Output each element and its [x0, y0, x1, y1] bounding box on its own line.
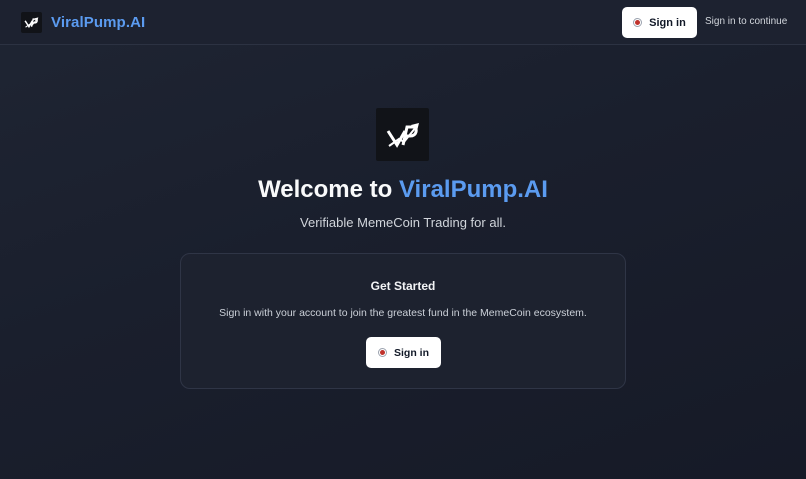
header-sign-in-label: Sign in	[649, 16, 686, 29]
vp-logo-icon	[376, 108, 429, 161]
page-title: Welcome to ViralPump.AI	[0, 176, 806, 204]
card-title: Get Started	[370, 279, 436, 293]
title-accent: ViralPump.AI	[398, 176, 548, 203]
get-started-card: Get Started Sign in with your account to…	[180, 253, 626, 389]
sign-in-hint: Sign in to continue	[705, 16, 788, 27]
header-sign-in-button[interactable]: Sign in	[622, 7, 697, 38]
top-navbar: ViralPump.AI Sign in Sign in to continue	[0, 0, 806, 45]
brand[interactable]: ViralPump.AI	[21, 12, 145, 33]
card-description: Sign in with your account to join the gr…	[219, 307, 587, 319]
page-subtitle: Verifiable MemeCoin Trading for all.	[300, 215, 506, 230]
card-sign-in-label: Sign in	[394, 346, 429, 359]
title-prefix: Welcome to	[258, 176, 399, 203]
record-dot-icon	[633, 18, 643, 27]
card-sign-in-button[interactable]: Sign in	[366, 337, 441, 368]
record-dot-icon	[378, 348, 387, 357]
brand-name: ViralPump.AI	[51, 14, 146, 31]
vp-logo-icon	[21, 12, 42, 33]
